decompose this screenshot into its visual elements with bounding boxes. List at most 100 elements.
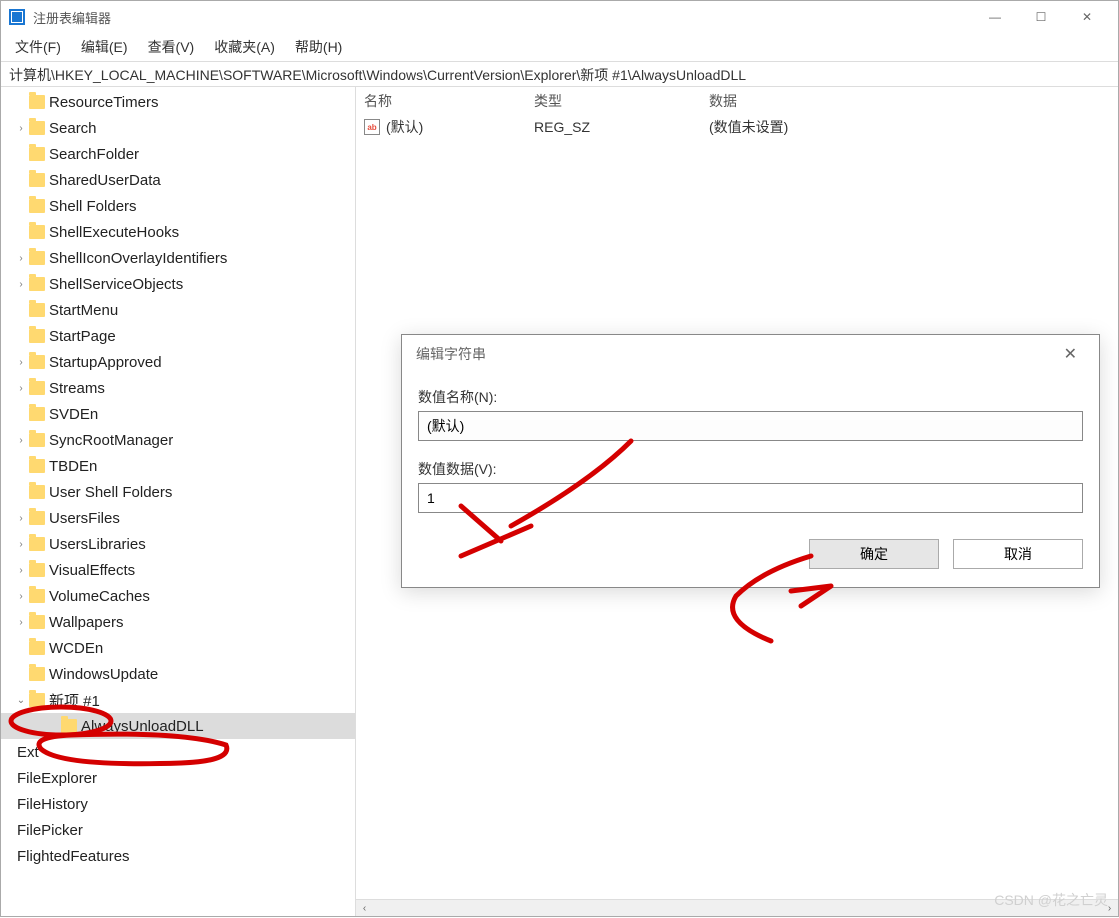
tree-item-wcden[interactable]: WCDEn	[1, 635, 355, 661]
tree-label: WCDEn	[49, 640, 103, 657]
list-row[interactable]: (默认) REG_SZ (数值未设置)	[356, 115, 1118, 139]
string-value-icon	[364, 119, 380, 135]
scroll-right-icon[interactable]: ›	[1101, 900, 1118, 916]
tree-item-fileexplorer[interactable]: FileExplorer	[1, 765, 355, 791]
tree-label: ShellServiceObjects	[49, 276, 183, 293]
tree-label: ShellExecuteHooks	[49, 224, 179, 241]
tree-item-svden[interactable]: SVDEn	[1, 401, 355, 427]
folder-icon	[29, 225, 45, 239]
tree-item-userslibraries[interactable]: ›UsersLibraries	[1, 531, 355, 557]
tree-item-shellserviceobjects[interactable]: › ShellServiceObjects	[1, 271, 355, 297]
tree-item-filehistory[interactable]: FileHistory	[1, 791, 355, 817]
folder-icon	[29, 693, 45, 707]
menu-help[interactable]: 帮助(H)	[287, 35, 350, 59]
tree-item-flightedfeatures[interactable]: FlightedFeatures	[1, 843, 355, 869]
menu-view[interactable]: 查看(V)	[140, 35, 203, 59]
cancel-button[interactable]: 取消	[953, 539, 1083, 569]
chevron-icon: ›	[15, 279, 27, 290]
value-data-input[interactable]	[418, 483, 1083, 513]
tree-label: SyncRootManager	[49, 432, 173, 449]
tree-item-streams[interactable]: › Streams	[1, 375, 355, 401]
menu-file[interactable]: 文件(F)	[7, 35, 69, 59]
tree-label: WindowsUpdate	[49, 666, 158, 683]
tree-item-startupapproved[interactable]: ›StartupApproved	[1, 349, 355, 375]
dialog-title-bar[interactable]: 编辑字符串 ✕	[402, 335, 1099, 373]
tree-item-tbden[interactable]: TBDEn	[1, 453, 355, 479]
tree-label: StartPage	[49, 328, 116, 345]
menu-favorites[interactable]: 收藏夹(A)	[206, 35, 283, 59]
chevron-icon: ›	[15, 513, 27, 524]
tree-item-filepicker[interactable]: FilePicker	[1, 817, 355, 843]
folder-icon	[29, 485, 45, 499]
maximize-button[interactable]: ☐	[1018, 1, 1064, 33]
menu-bar: 文件(F) 编辑(E) 查看(V) 收藏夹(A) 帮助(H)	[1, 33, 1118, 61]
col-type[interactable]: 类型	[526, 91, 701, 111]
folder-icon	[29, 589, 45, 603]
folder-icon	[29, 381, 45, 395]
tree-item-visualeffects[interactable]: ›VisualEffects	[1, 557, 355, 583]
chevron-icon: ›	[15, 435, 27, 446]
folder-icon	[29, 667, 45, 681]
tree-label: SVDEn	[49, 406, 98, 423]
tree-item-shelliconoverlayidentifiers[interactable]: ›ShellIconOverlayIdentifiers	[1, 245, 355, 271]
tree-item-search[interactable]: ›Search	[1, 115, 355, 141]
tree-label: TBDEn	[49, 458, 97, 475]
folder-icon	[29, 355, 45, 369]
folder-icon	[29, 563, 45, 577]
chevron-icon: ›	[15, 383, 27, 394]
value-name-label: 数值名称(N):	[418, 387, 1083, 407]
list-h-scrollbar[interactable]: ‹ ›	[356, 899, 1118, 916]
ok-button[interactable]: 确定	[809, 539, 939, 569]
tree-label: 新项 #1	[49, 690, 100, 711]
folder-icon	[61, 719, 77, 733]
tree-item-wallpapers[interactable]: ›Wallpapers	[1, 609, 355, 635]
tree-label: Streams	[49, 380, 105, 397]
tree-item-shareduserdata[interactable]: SharedUserData	[1, 167, 355, 193]
folder-icon	[29, 147, 45, 161]
chevron-icon: ›	[15, 253, 27, 264]
close-button[interactable]: ✕	[1064, 1, 1110, 33]
tree-label: SearchFolder	[49, 146, 139, 163]
col-name[interactable]: 名称	[356, 91, 526, 111]
chevron-icon: ›	[15, 565, 27, 576]
window-title: 注册表编辑器	[33, 8, 111, 27]
scroll-left-icon[interactable]: ‹	[356, 900, 373, 916]
tree-item-resourcetimers[interactable]: ResourceTimers	[1, 89, 355, 115]
value-name-input[interactable]	[418, 411, 1083, 441]
tree-item-searchfolder[interactable]: SearchFolder	[1, 141, 355, 167]
folder-icon	[29, 303, 45, 317]
tree-item-startpage[interactable]: StartPage	[1, 323, 355, 349]
tree-item-user-shell-folders[interactable]: User Shell Folders	[1, 479, 355, 505]
tree-item-startmenu[interactable]: StartMenu	[1, 297, 355, 323]
row-type: REG_SZ	[526, 119, 701, 135]
tree-item-volumecaches[interactable]: ›VolumeCaches	[1, 583, 355, 609]
tree-item-alwaysunloaddll[interactable]: AlwaysUnloadDLL	[1, 713, 355, 739]
tree-item--1[interactable]: ⌄新项 #1	[1, 687, 355, 713]
folder-icon	[29, 459, 45, 473]
list-header[interactable]: 名称 类型 数据	[356, 87, 1118, 115]
tree-label: SharedUserData	[49, 172, 161, 189]
app-icon	[9, 9, 25, 25]
tree-view[interactable]: ResourceTimers›SearchSearchFolderSharedU…	[1, 87, 356, 916]
dialog-title: 编辑字符串	[416, 344, 486, 364]
tree-item-usersfiles[interactable]: ›UsersFiles	[1, 505, 355, 531]
folder-icon	[29, 251, 45, 265]
tree-item-shellexecutehooks[interactable]: ShellExecuteHooks	[1, 219, 355, 245]
tree-item-syncrootmanager[interactable]: › SyncRootManager	[1, 427, 355, 453]
folder-icon	[29, 641, 45, 655]
title-bar: 注册表编辑器 — ☐ ✕	[1, 1, 1118, 33]
address-bar[interactable]: 计算机\HKEY_LOCAL_MACHINE\SOFTWARE\Microsof…	[1, 61, 1118, 87]
folder-icon	[29, 277, 45, 291]
col-data[interactable]: 数据	[701, 91, 1118, 111]
dialog-close-button[interactable]: ✕	[1056, 340, 1085, 368]
tree-item-ext[interactable]: Ext	[1, 739, 355, 765]
folder-icon	[29, 407, 45, 421]
tree-label: Search	[49, 120, 97, 137]
minimize-button[interactable]: —	[972, 1, 1018, 33]
tree-item-windowsupdate[interactable]: WindowsUpdate	[1, 661, 355, 687]
menu-edit[interactable]: 编辑(E)	[73, 35, 136, 59]
tree-item-shell-folders[interactable]: Shell Folders	[1, 193, 355, 219]
row-name: (默认)	[386, 117, 423, 137]
value-data-label: 数值数据(V):	[418, 459, 1083, 479]
folder-icon	[29, 511, 45, 525]
